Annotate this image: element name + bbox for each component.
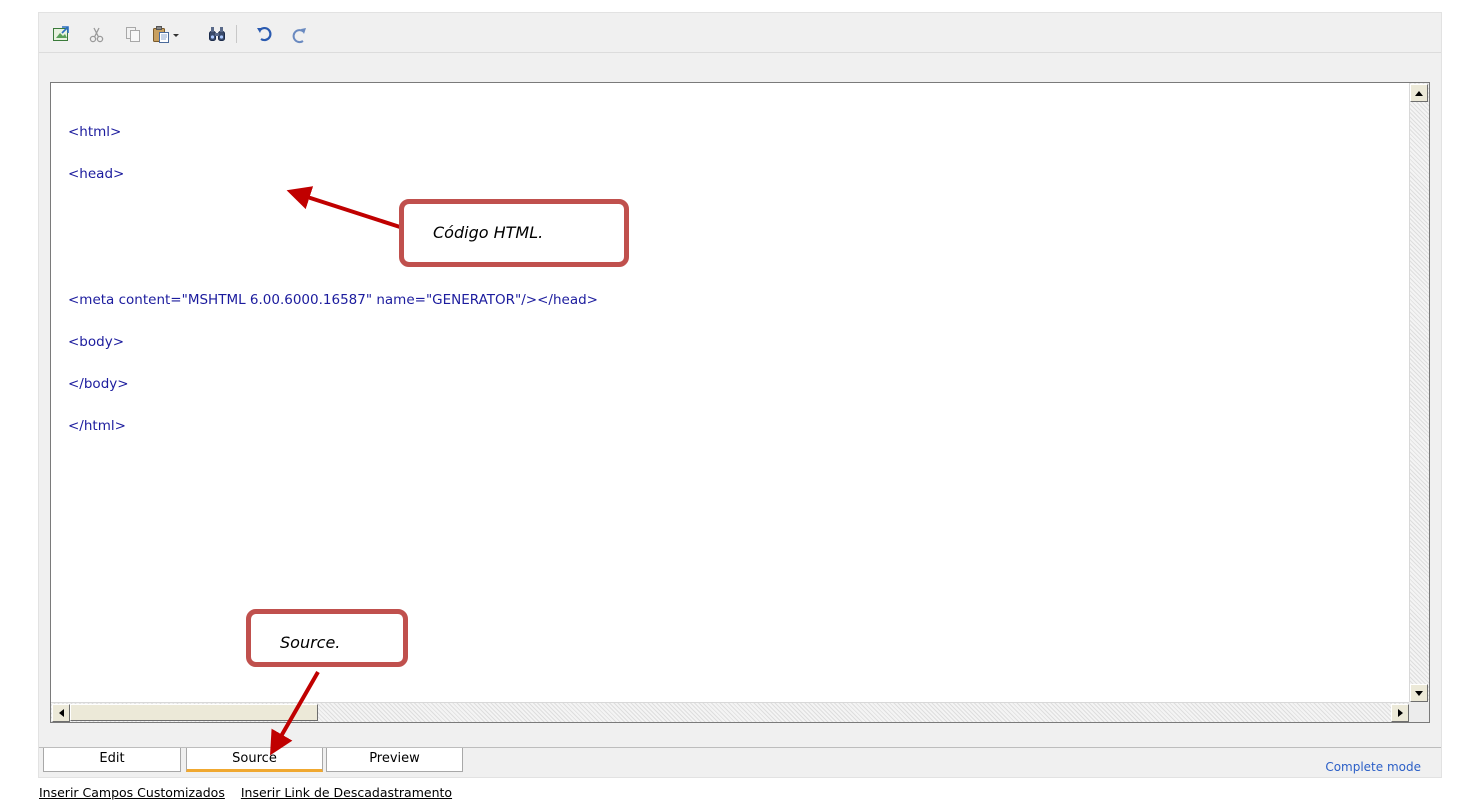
code-line: <head> [68,166,125,182]
callout-source-text: Source. [280,633,341,652]
chevron-down-icon[interactable] [171,24,181,44]
callout-html-code-text: Código HTML. [433,223,544,242]
editor-toolbar [39,13,1441,53]
horizontal-scrollbar[interactable] [51,702,1410,722]
toolbar-separator [236,25,237,43]
arrow-down-icon [1415,690,1423,696]
cut-icon[interactable] [87,24,107,44]
editor-mode-tabs: Edit Source Preview Complete mode [39,747,1441,777]
tab-preview[interactable]: Preview [326,748,463,772]
find-icon[interactable] [207,24,227,44]
scroll-left-button[interactable] [52,704,70,722]
copy-icon[interactable] [123,24,143,44]
horizontal-scroll-thumb[interactable] [70,704,318,721]
callout-html-code: Código HTML. [399,199,629,267]
tab-edit[interactable]: Edit [43,748,181,772]
arrow-right-icon [1397,709,1403,717]
code-line: </html> [68,418,126,434]
callout-source: Source. [246,609,408,667]
arrow-left-icon [58,709,64,717]
code-line: </body> [68,376,129,392]
tab-source[interactable]: Source [186,748,323,772]
paste-icon[interactable] [151,24,171,44]
image-export-icon[interactable] [51,24,71,44]
source-code: <html> <head> <meta content="MSHTML 6.00… [68,97,598,461]
scroll-up-button[interactable] [1410,84,1428,102]
vertical-scrollbar[interactable] [1409,83,1429,703]
arrow-up-icon [1415,90,1423,96]
code-line: <meta content="MSHTML 6.00.6000.16587" n… [68,292,598,308]
redo-icon[interactable] [289,24,309,44]
scroll-right-button[interactable] [1391,704,1409,722]
code-line: <html> [68,124,122,140]
insert-custom-fields-link[interactable]: Inserir Campos Customizados [39,785,225,800]
undo-icon[interactable] [255,24,275,44]
scrollbar-corner [1409,702,1429,722]
code-line: <body> [68,334,125,350]
complete-mode-link[interactable]: Complete mode [1325,760,1421,774]
scroll-down-button[interactable] [1410,684,1428,702]
editor-footer-links: Inserir Campos Customizados Inserir Link… [39,785,464,800]
insert-unsubscribe-link[interactable]: Inserir Link de Descadastramento [241,785,452,800]
